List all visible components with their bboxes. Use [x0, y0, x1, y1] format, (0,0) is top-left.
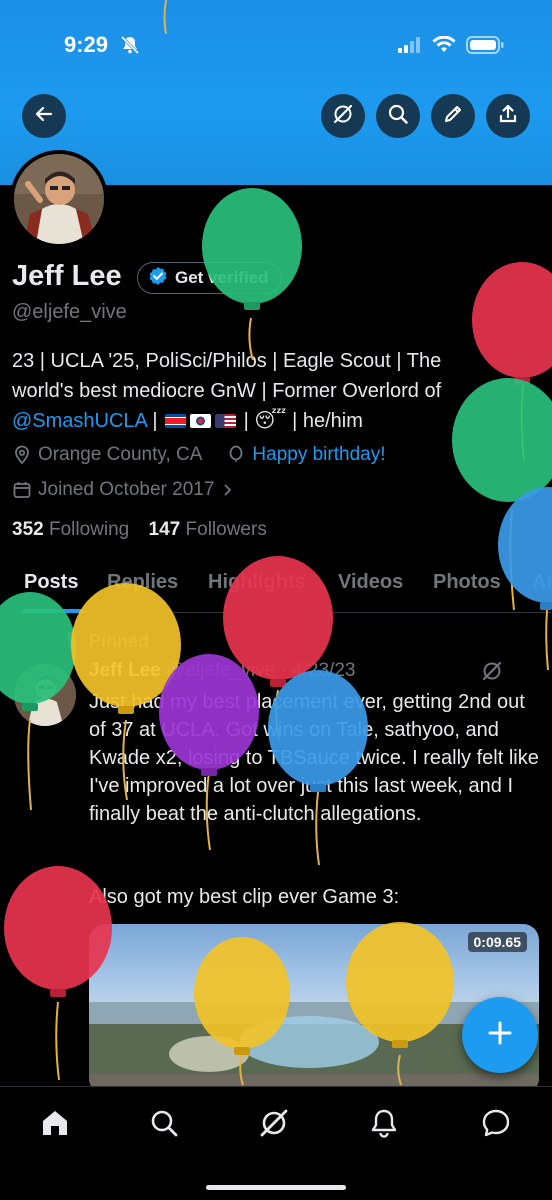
bottom-navigation [0, 1086, 552, 1200]
active-tab-indicator [22, 609, 84, 613]
plus-icon [485, 1018, 515, 1053]
balloon-icon [230, 445, 243, 462]
bio-line-3: @SmashUCLA | | 😴 | he/him [12, 406, 542, 436]
nav-home[interactable] [35, 1103, 75, 1143]
pencil-icon [442, 103, 464, 130]
followers-label: Followers [185, 519, 267, 540]
nav-grok[interactable] [254, 1103, 294, 1143]
profile-bio: 23 | UCLA '25, PoliSci/Philos | Eagle Sc… [12, 346, 542, 436]
us-flag-icon [215, 414, 237, 428]
profile-meta-joined[interactable]: Joined October 2017 [12, 479, 234, 501]
get-verified-label: Get verified [175, 268, 269, 287]
edit-button[interactable] [431, 94, 475, 138]
post-grok-icon[interactable] [481, 660, 503, 687]
search-button[interactable] [376, 94, 420, 138]
nav-search[interactable] [144, 1103, 184, 1143]
bio-line-1: 23 | UCLA '25, PoliSci/Philos | Eagle Sc… [12, 350, 442, 372]
share-icon [497, 103, 519, 130]
post-author-handle: @eljefe_vive [166, 660, 276, 681]
bio-pronouns: | he/him [286, 410, 363, 432]
home-indicator [206, 1185, 346, 1190]
share-button[interactable] [486, 94, 530, 138]
post-header: Jeff Lee @eljefe_vive · 4/23/23 [89, 660, 355, 682]
video-timestamp: 0:09.65 [467, 932, 527, 952]
followers-link[interactable]: 147 Followers [149, 519, 267, 540]
search-icon [151, 1110, 178, 1137]
joined-text: Joined October 2017 [38, 479, 215, 500]
post-author-avatar[interactable] [14, 664, 76, 726]
south-korea-flag-icon [190, 414, 212, 428]
location-pin-icon [15, 445, 29, 465]
north-korea-flag-icon [165, 414, 187, 428]
verified-badge-icon [148, 266, 168, 291]
status-bar: 9:29 [0, 30, 552, 64]
calendar-icon [13, 482, 31, 498]
search-icon [387, 103, 409, 130]
birthday-text[interactable]: Happy birthday! [252, 444, 385, 466]
grok-button[interactable] [321, 94, 365, 138]
bio-separator-2: | [238, 410, 255, 432]
post-dot: · [280, 660, 287, 681]
post-text-secondary: Also got my best clip ever Game 3: [89, 886, 400, 908]
following-count: 352 [12, 519, 44, 540]
post-text: Just had my best placement ever, getting… [89, 691, 539, 825]
grok-icon [332, 103, 354, 130]
bell-icon [371, 1109, 397, 1138]
nav-messages[interactable] [476, 1103, 516, 1143]
arrow-left-icon [34, 104, 54, 129]
signal-icon [398, 37, 422, 58]
bio-line-2: world's best mediocre GnW | Former Overl… [12, 380, 442, 402]
follow-counts: 352 Following 147 Followers [12, 519, 267, 541]
nav-notifications[interactable] [364, 1103, 404, 1143]
status-time: 9:29 [64, 32, 109, 57]
tab-posts[interactable]: Posts [24, 571, 78, 594]
grok-icon [260, 1109, 288, 1137]
profile-meta-location: Orange County, CA Happy birthday! [12, 444, 385, 466]
tab-photos[interactable]: Photos [433, 571, 501, 594]
tab-articles[interactable]: Ar [532, 571, 552, 594]
followers-count: 147 [148, 519, 181, 540]
back-button[interactable] [22, 94, 66, 138]
post-date: 4/23/23 [292, 660, 356, 681]
following-link[interactable]: 352 Following [12, 519, 129, 540]
chat-bubble-icon [482, 1109, 510, 1137]
profile-avatar[interactable] [10, 150, 108, 248]
pinned-label: Pinned [89, 631, 150, 651]
tab-replies[interactable]: Replies [107, 571, 178, 594]
location-text: Orange County, CA [38, 444, 203, 465]
sleeping-face-emoji: 😴 [254, 410, 287, 432]
chevron-right-icon [224, 484, 232, 496]
following-label: Following [48, 519, 130, 540]
post-author-name[interactable]: Jeff Lee [89, 660, 161, 681]
profile-name: Jeff Lee [12, 260, 122, 292]
compose-button[interactable] [462, 997, 538, 1073]
tab-videos[interactable]: Videos [338, 571, 403, 594]
bio-separator: | [146, 410, 164, 432]
battery-icon [466, 36, 504, 59]
smashucla-link[interactable]: @SmashUCLA [12, 410, 147, 432]
tab-highlights[interactable]: Highlights [208, 571, 306, 594]
silent-bell-icon [120, 35, 140, 60]
get-verified-button[interactable]: Get verified [137, 262, 282, 294]
profile-tabs: Posts Replies Highlights Videos Photos A… [0, 565, 552, 613]
pin-icon [60, 630, 80, 655]
wifi-icon [432, 35, 456, 59]
home-icon [43, 1111, 67, 1135]
profile-handle: @eljefe_vive [12, 301, 127, 323]
